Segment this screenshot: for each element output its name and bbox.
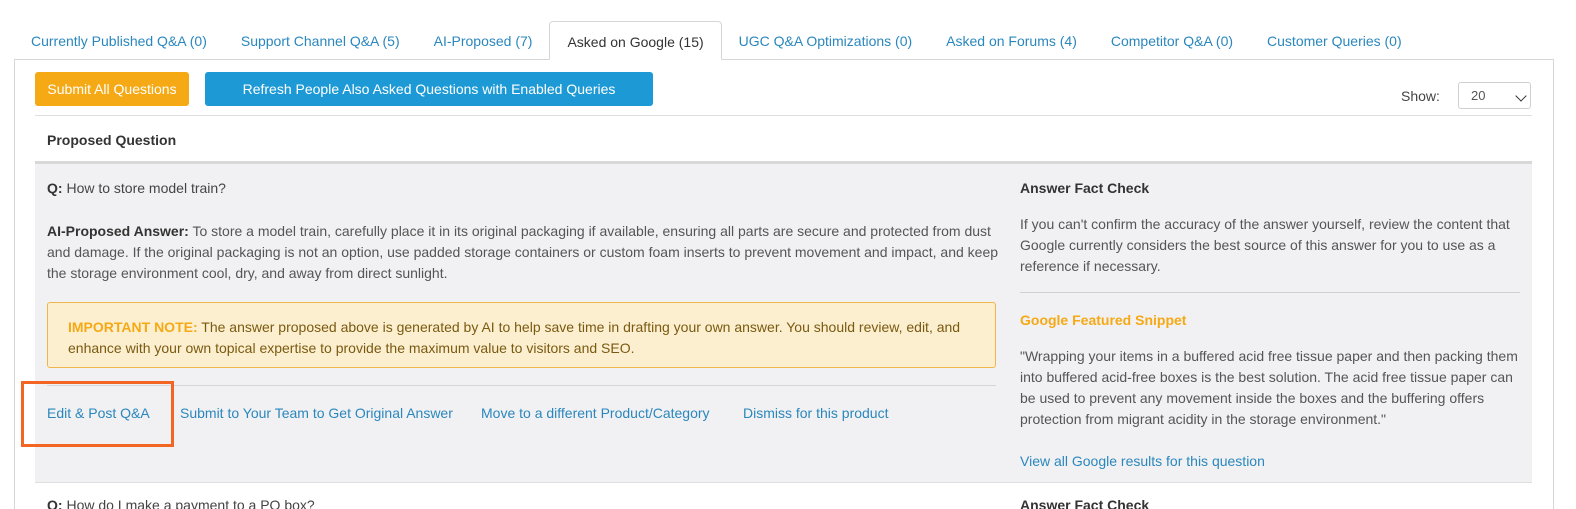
tab-competitor-qa[interactable]: Competitor Q&A (0) xyxy=(1094,21,1250,60)
featured-snippet-title: Google Featured Snippet xyxy=(1020,312,1187,328)
question-line: Q: How to store model train? xyxy=(47,180,226,196)
page-size-select[interactable]: 20 xyxy=(1458,82,1531,109)
tab-ugc-optimizations[interactable]: UGC Q&A Optimizations (0) xyxy=(722,21,930,60)
submit-all-questions-button[interactable]: Submit All Questions xyxy=(35,72,189,106)
question-label-2: Q: xyxy=(47,497,63,509)
tab-asked-on-google[interactable]: Asked on Google (15) xyxy=(549,21,722,60)
answer-label: AI-Proposed Answer: xyxy=(47,223,189,239)
tab-ai-proposed[interactable]: AI-Proposed (7) xyxy=(417,21,550,60)
actions-divider xyxy=(47,385,996,386)
fact-check-title: Answer Fact Check xyxy=(1020,180,1150,196)
ai-answer: AI-Proposed Answer: To store a model tra… xyxy=(47,221,1002,284)
answer-text: To store a model train, carefully place … xyxy=(47,223,999,281)
fact-check-title-2: Answer Fact Check xyxy=(1020,497,1150,509)
tab-support-channel[interactable]: Support Channel Q&A (5) xyxy=(224,21,417,60)
important-note: IMPORTANT NOTE: The answer proposed abov… xyxy=(47,302,996,368)
dismiss-product-link[interactable]: Dismiss for this product xyxy=(743,405,888,421)
column-header-proposed-question: Proposed Question xyxy=(47,132,177,148)
featured-snippet-text: "Wrapping your items in a buffered acid … xyxy=(1020,348,1518,427)
move-product-category-link[interactable]: Move to a different Product/Category xyxy=(481,405,710,421)
tab-asked-on-forums[interactable]: Asked on Forums (4) xyxy=(929,21,1094,60)
view-all-google-results-link[interactable]: View all Google results for this questio… xyxy=(1020,453,1265,469)
show-label: Show: xyxy=(1401,88,1440,104)
question-text: How to store model train? xyxy=(66,180,226,196)
note-text: The answer proposed above is generated b… xyxy=(68,319,961,356)
question-line-2: Q: How do I make a payment to a PO box? xyxy=(47,497,315,509)
tab-customer-queries[interactable]: Customer Queries (0) xyxy=(1250,21,1419,60)
tab-bar: Currently Published Q&A (0) Support Chan… xyxy=(14,21,1419,60)
question-label: Q: xyxy=(47,180,63,196)
chevron-down-icon xyxy=(1515,90,1527,102)
page-size-value: 20 xyxy=(1471,88,1486,103)
refresh-paa-button[interactable]: Refresh People Also Asked Questions with… xyxy=(205,72,653,106)
submit-to-team-link[interactable]: Submit to Your Team to Get Original Answ… xyxy=(180,405,453,421)
fact-check-divider xyxy=(1020,292,1520,293)
tab-currently-published[interactable]: Currently Published Q&A (0) xyxy=(14,21,224,60)
note-label: IMPORTANT NOTE: xyxy=(68,319,198,335)
table-top-border xyxy=(35,115,1532,116)
row-divider xyxy=(35,482,1532,483)
highlight-box xyxy=(21,381,174,447)
question-text-2: How do I make a payment to a PO box? xyxy=(66,497,315,509)
fact-check-text: If you can't confirm the accuracy of the… xyxy=(1020,216,1510,274)
